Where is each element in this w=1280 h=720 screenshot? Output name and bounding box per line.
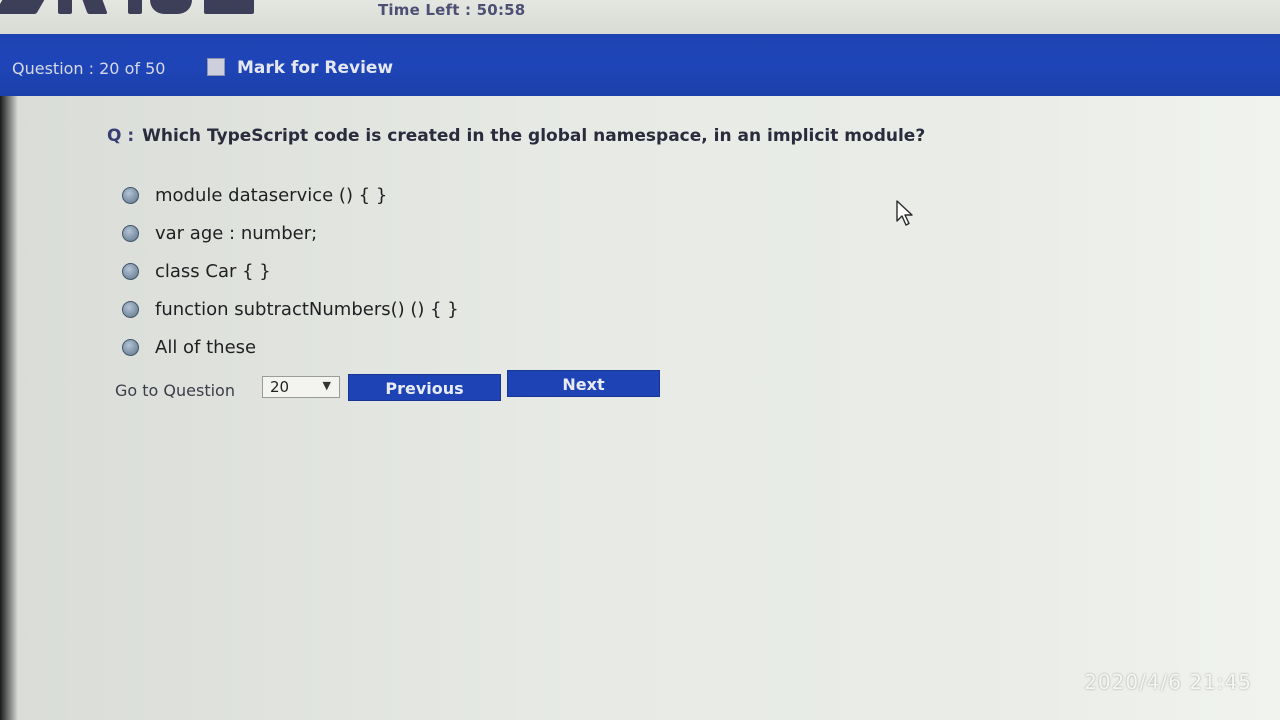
answer-option-label[interactable]: module dataservice () { } <box>155 185 387 206</box>
mark-for-review-checkbox[interactable] <box>207 58 225 76</box>
mouse-pointer-icon <box>896 200 913 226</box>
radio-button[interactable] <box>122 186 139 204</box>
mark-for-review-label[interactable]: Mark for Review <box>237 58 393 78</box>
question-text: Q : Which TypeScript code is created in t… <box>107 126 925 146</box>
header-bar: Question : 20 of 50 Mark for Review <box>0 34 1280 96</box>
question-counter: Question : 20 of 50 <box>12 59 166 78</box>
answer-option-label[interactable]: function subtractNumbers() () { } <box>155 299 459 320</box>
goto-question-value: 20 <box>270 378 290 396</box>
logo-icon <box>0 0 260 18</box>
answer-option-label[interactable]: var age : number; <box>155 223 317 244</box>
goto-question-label: Go to Question <box>115 381 235 400</box>
answer-options: module dataservice () { } var age : numb… <box>122 176 459 366</box>
answer-option-label[interactable]: class Car { } <box>155 261 271 282</box>
question-panel: Q : Which TypeScript code is created in t… <box>0 96 1280 720</box>
top-strip: Time Left : 50:58 <box>0 0 1280 34</box>
question-prefix: Q : <box>107 126 135 146</box>
previous-button[interactable]: Previous <box>348 374 501 401</box>
answer-option[interactable]: var age : number; <box>122 214 459 252</box>
next-button[interactable]: Next <box>507 370 660 397</box>
answer-option[interactable]: All of these <box>122 328 459 366</box>
answer-option[interactable]: function subtractNumbers() () { } <box>122 290 459 328</box>
radio-button[interactable] <box>122 300 139 318</box>
dropdown-arrow-icon[interactable]: ▼ <box>323 379 331 392</box>
question-body: Which TypeScript code is created in the … <box>142 126 926 146</box>
radio-button[interactable] <box>122 262 139 280</box>
radio-button[interactable] <box>122 224 139 242</box>
radio-button[interactable] <box>122 338 139 356</box>
exam-screen: Time Left : 50:58 Question : 20 of 50 Ma… <box>0 0 1280 720</box>
goto-question-select[interactable]: 20 ▼ <box>262 376 340 398</box>
photo-timestamp: 2020/4/6 21:45 <box>1084 670 1252 694</box>
answer-option[interactable]: module dataservice () { } <box>122 176 459 214</box>
answer-option[interactable]: class Car { } <box>122 252 459 290</box>
time-left-timer: Time Left : 50:58 <box>378 1 526 19</box>
answer-option-label[interactable]: All of these <box>155 337 256 358</box>
